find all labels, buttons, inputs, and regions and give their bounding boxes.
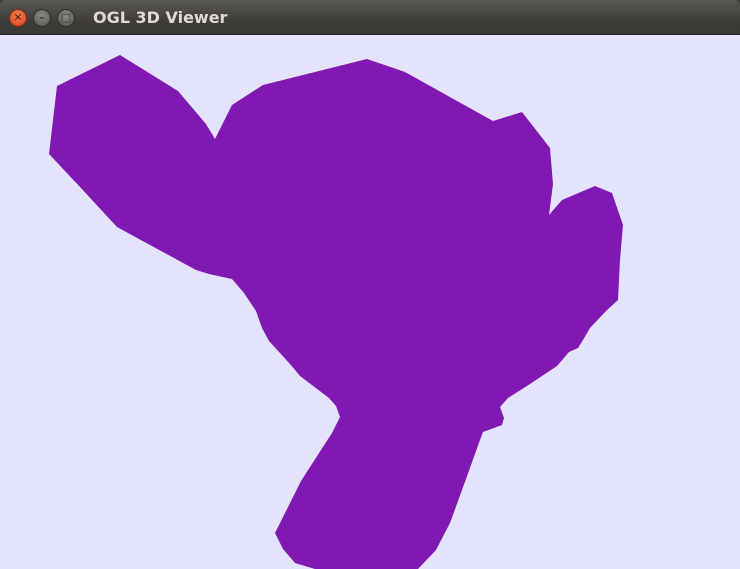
minimize-icon: –	[39, 11, 45, 24]
close-button[interactable]: ✕	[9, 9, 27, 27]
maximize-icon: □	[60, 11, 72, 24]
close-icon: ✕	[13, 11, 23, 24]
minimize-button[interactable]: –	[33, 9, 51, 27]
gl-viewport[interactable]	[0, 35, 740, 569]
window-title: OGL 3D Viewer	[93, 8, 228, 27]
monkey-head-model	[49, 55, 623, 569]
render-canvas[interactable]	[0, 35, 740, 569]
maximize-button[interactable]: □	[57, 9, 75, 27]
app-window: ✕ – □ OGL 3D Viewer	[0, 0, 740, 569]
title-bar[interactable]: ✕ – □ OGL 3D Viewer	[0, 0, 740, 35]
